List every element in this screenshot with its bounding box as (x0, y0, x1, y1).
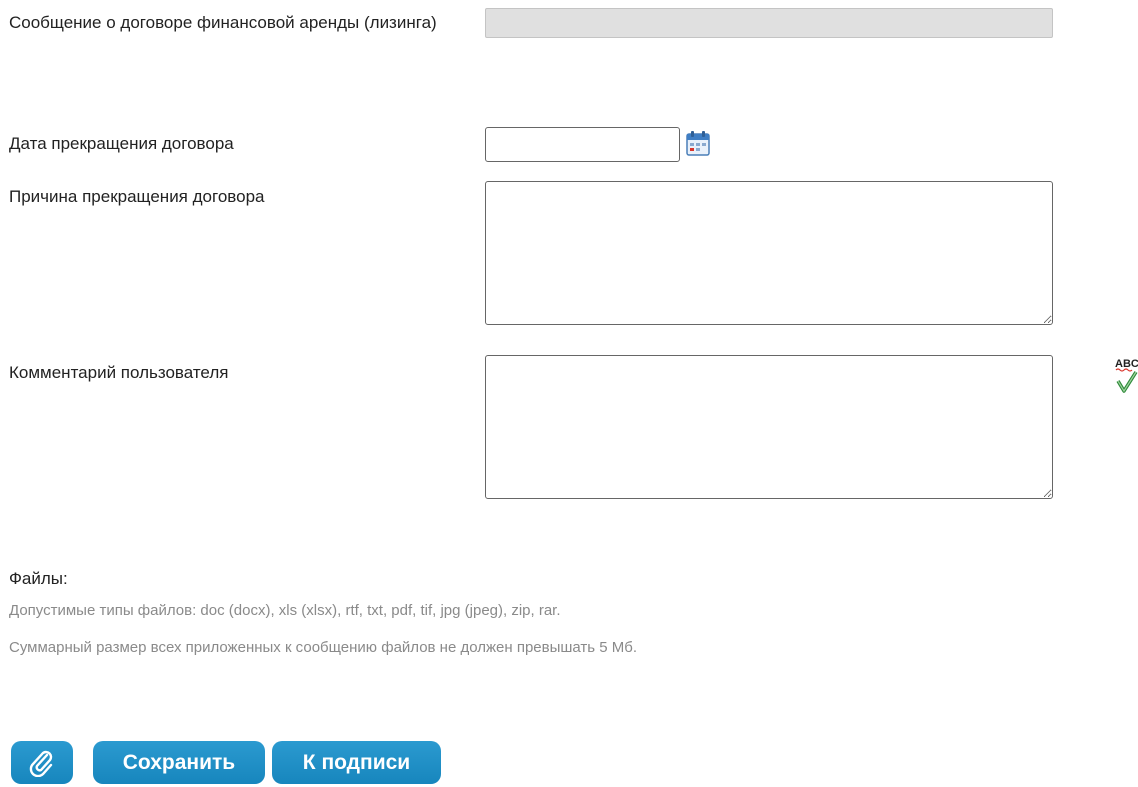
termination-date-input[interactable] (485, 127, 680, 162)
allowed-file-types-hint: Допустимые типы файлов: doc (docx), xls … (9, 602, 561, 619)
user-comment-label: Комментарий пользователя (9, 363, 229, 382)
attach-file-button[interactable] (11, 741, 73, 784)
spellcheck-icon-text: ABC (1115, 358, 1138, 370)
lease-message-readonly-field (485, 8, 1053, 38)
files-label: Файлы: (9, 569, 68, 588)
paperclip-icon (29, 750, 53, 777)
save-button[interactable]: Сохранить (93, 741, 265, 784)
spellcheck-icon[interactable]: ABC (1114, 355, 1138, 397)
file-size-limit-hint: Суммарный размер всех приложенных к сооб… (9, 639, 638, 656)
lease-message-label: Сообщение о договоре финансовой аренды (… (9, 13, 437, 32)
termination-reason-label: Причина прекращения договора (9, 187, 265, 206)
user-comment-textarea[interactable] (485, 355, 1053, 499)
calendar-icon[interactable] (684, 129, 712, 157)
termination-date-label: Дата прекращения договора (9, 134, 234, 153)
termination-reason-textarea[interactable] (485, 181, 1053, 325)
send-to-sign-button[interactable]: К подписи (272, 741, 441, 784)
